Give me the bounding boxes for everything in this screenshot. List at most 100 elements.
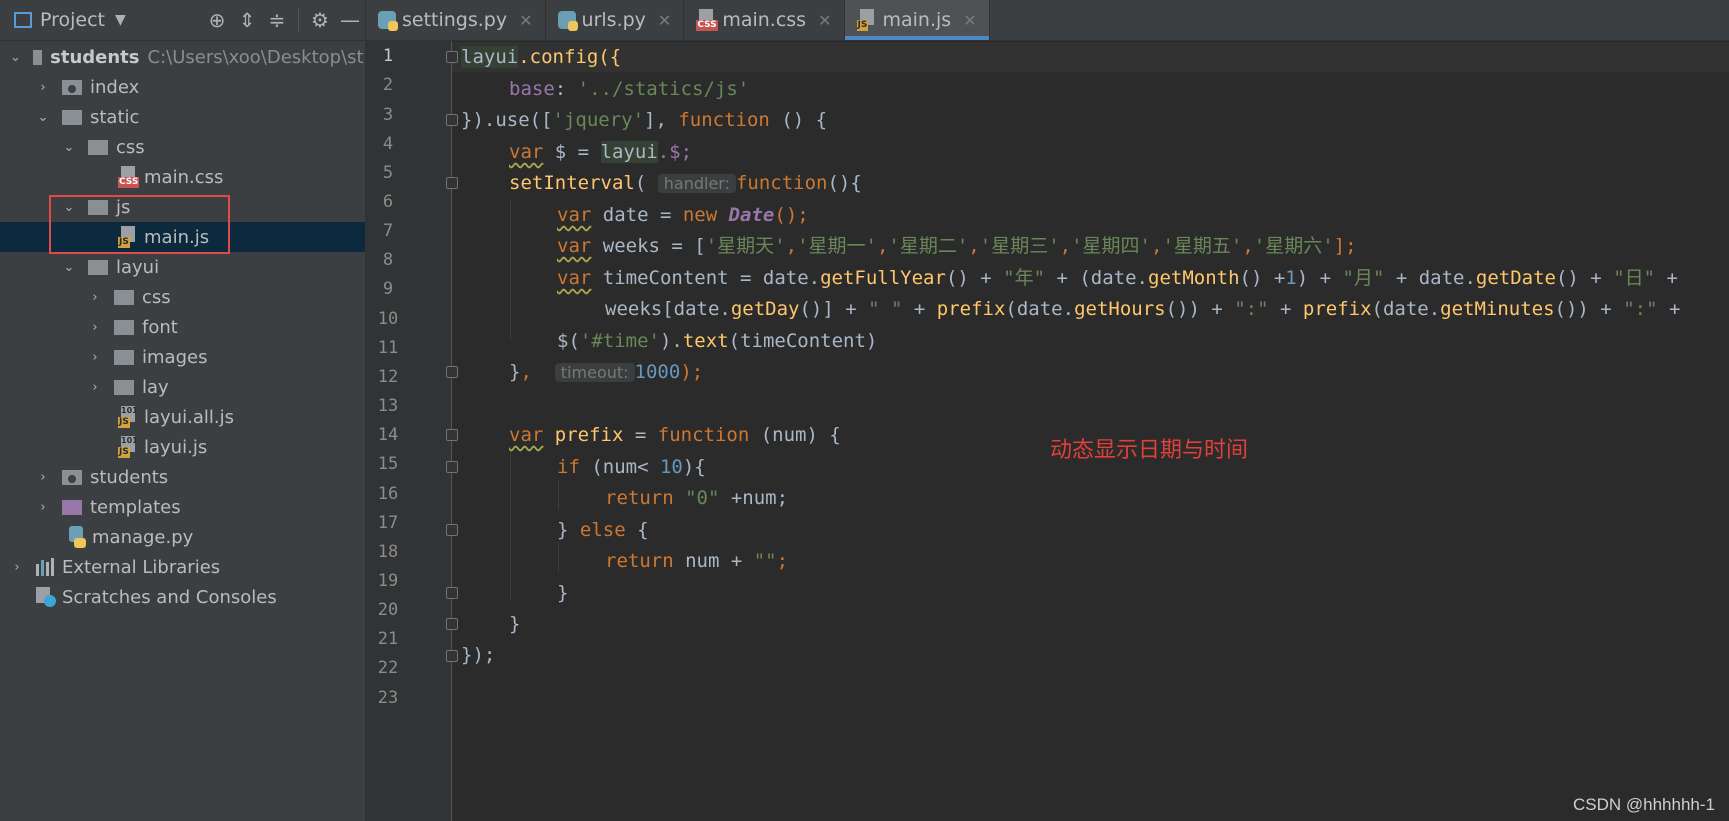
- fold-marker[interactable]: [446, 429, 458, 441]
- tree-item-css[interactable]: ⌄ css: [0, 132, 365, 162]
- module-folder-icon: [62, 79, 82, 95]
- tree-item-images[interactable]: › images: [0, 342, 365, 372]
- code-line-14[interactable]: if (num< 10){: [557, 452, 706, 482]
- chevron-down-icon[interactable]: ⌄: [62, 260, 76, 275]
- fold-marker[interactable]: [446, 366, 458, 378]
- fold-marker[interactable]: [446, 51, 458, 63]
- line-number: 12: [377, 367, 399, 387]
- tab-main-js[interactable]: JS main.js ✕: [844, 0, 990, 40]
- folder-icon: [88, 259, 108, 275]
- tree-item-label: External Libraries: [62, 556, 221, 578]
- locate-icon[interactable]: ⊕: [202, 8, 232, 32]
- tree-item-layui[interactable]: ⌄ layui: [0, 252, 365, 282]
- code-line-1[interactable]: layui.config({: [461, 42, 621, 72]
- tree-item-label: layui: [116, 256, 160, 278]
- close-icon[interactable]: ✕: [818, 11, 831, 30]
- tab-settings-py[interactable]: settings.py ✕: [366, 0, 546, 40]
- tree-item-font[interactable]: › font: [0, 312, 365, 342]
- fold-marker[interactable]: [446, 461, 458, 473]
- chevron-down-icon[interactable]: ⌄: [62, 140, 76, 155]
- code-line-11[interactable]: }, timeout: 1000);: [509, 357, 703, 387]
- code-line-18[interactable]: }: [557, 578, 568, 608]
- fold-marker[interactable]: [446, 524, 458, 536]
- chevron-right-icon[interactable]: ›: [36, 500, 50, 515]
- chevron-right-icon[interactable]: ›: [36, 470, 50, 485]
- tree-item-lay[interactable]: › lay: [0, 372, 365, 402]
- line-number: 2: [382, 75, 394, 95]
- chevron-right-icon[interactable]: ›: [88, 320, 102, 335]
- chevron-right-icon[interactable]: ›: [36, 80, 50, 95]
- code-line-4[interactable]: var $ = layui.$;: [509, 137, 692, 167]
- line-number-gutter: 1 2 3 4 5 6 7 8 9 10 11 12 13 14 15 16 1…: [366, 41, 452, 821]
- fold-marker[interactable]: [446, 650, 458, 662]
- expand-all-icon[interactable]: ⇕: [232, 8, 262, 32]
- code-line-20[interactable]: });: [461, 640, 495, 670]
- chevron-down-icon[interactable]: ▼: [115, 12, 126, 28]
- project-panel-title[interactable]: Project: [40, 9, 105, 31]
- tree-item-external-libraries[interactable]: › External Libraries: [0, 552, 365, 582]
- code-line-3[interactable]: }).use(['jquery'], function () {: [461, 105, 827, 135]
- chevron-right-icon[interactable]: ›: [88, 380, 102, 395]
- fold-marker[interactable]: [446, 587, 458, 599]
- templates-folder-icon: [62, 499, 82, 515]
- library-icon: [36, 558, 54, 576]
- line-number: 3: [382, 105, 394, 125]
- tree-item-templates[interactable]: › templates: [0, 492, 365, 522]
- tree-item-static[interactable]: ⌄ static: [0, 102, 365, 132]
- folder-icon: [114, 349, 134, 365]
- tree-item-index[interactable]: › index: [0, 72, 365, 102]
- code-line-9[interactable]: weeks[date.getDay()] + " " + prefix(date…: [605, 294, 1680, 324]
- code-line-19[interactable]: }: [509, 609, 520, 639]
- project-view-icon: [14, 12, 32, 28]
- js-file-icon: JS: [118, 226, 138, 248]
- code-line-13[interactable]: var prefix = function (num) {: [509, 420, 841, 450]
- code-line-10[interactable]: $('#time').text(timeContent): [557, 326, 877, 356]
- tree-item-students-root[interactable]: ⌄ students C:\Users\xoo\Desktop\stu: [0, 42, 365, 72]
- tree-item-label: students: [90, 466, 169, 488]
- tree-item-label: lay: [142, 376, 169, 398]
- line-number: 9: [382, 279, 394, 299]
- chevron-right-icon[interactable]: ›: [88, 290, 102, 305]
- tree-item-main-js[interactable]: JS main.js: [0, 222, 365, 252]
- code-line-5[interactable]: setInterval( handler: function(){: [509, 168, 862, 198]
- code-line-15[interactable]: return "0" +num;: [605, 483, 788, 513]
- folder-icon: [62, 109, 82, 125]
- tree-item-layui-all-js[interactable]: JS layui.all.js: [0, 402, 365, 432]
- collapse-all-icon[interactable]: ≑: [262, 8, 292, 32]
- tree-item-main-css[interactable]: CSS main.css: [0, 162, 365, 192]
- line-number: 4: [382, 134, 394, 154]
- close-icon[interactable]: ✕: [963, 11, 976, 30]
- hide-icon[interactable]: —: [335, 8, 365, 32]
- code-line-2[interactable]: base: '../statics/js': [509, 74, 749, 104]
- code-line-17[interactable]: return num + "";: [605, 546, 788, 576]
- fold-marker[interactable]: [446, 618, 458, 630]
- code-line-6[interactable]: var date = new Date();: [557, 200, 809, 230]
- tab-urls-py[interactable]: urls.py ✕: [546, 0, 685, 40]
- tree-item-manage-py[interactable]: manage.py: [0, 522, 365, 552]
- tab-main-css[interactable]: CSS main.css ✕: [684, 0, 845, 40]
- tree-item-layui-css[interactable]: › css: [0, 282, 365, 312]
- chevron-right-icon[interactable]: ›: [10, 560, 24, 575]
- tree-item-students[interactable]: › students: [0, 462, 365, 492]
- fold-marker[interactable]: [446, 177, 458, 189]
- tree-item-label: manage.py: [92, 526, 194, 548]
- tree-item-label: main.css: [144, 166, 224, 188]
- close-icon[interactable]: ✕: [519, 11, 532, 30]
- code-line-16[interactable]: } else {: [557, 515, 649, 545]
- parameter-hint: handler:: [657, 174, 736, 193]
- code-line-8[interactable]: var timeContent = date.getFullYear() + "…: [557, 263, 1678, 293]
- chevron-down-icon[interactable]: ⌄: [36, 110, 50, 125]
- chevron-down-icon[interactable]: ⌄: [10, 50, 21, 65]
- chevron-down-icon[interactable]: ⌄: [62, 200, 76, 215]
- close-icon[interactable]: ✕: [658, 11, 671, 30]
- fold-marker[interactable]: [446, 114, 458, 126]
- gear-icon[interactable]: ⚙: [305, 8, 335, 32]
- code-line-7[interactable]: var weeks = ['星期天','星期一','星期二','星期三','星期…: [557, 231, 1357, 261]
- indent-guide: [558, 543, 559, 573]
- tree-item-layui-js[interactable]: JS layui.js: [0, 432, 365, 462]
- tree-item-scratches[interactable]: Scratches and Consoles: [0, 582, 365, 612]
- indent-guide: [558, 480, 559, 510]
- module-folder-icon: [62, 469, 82, 485]
- chevron-right-icon[interactable]: ›: [88, 350, 102, 365]
- tree-item-js[interactable]: ⌄ js: [0, 192, 365, 222]
